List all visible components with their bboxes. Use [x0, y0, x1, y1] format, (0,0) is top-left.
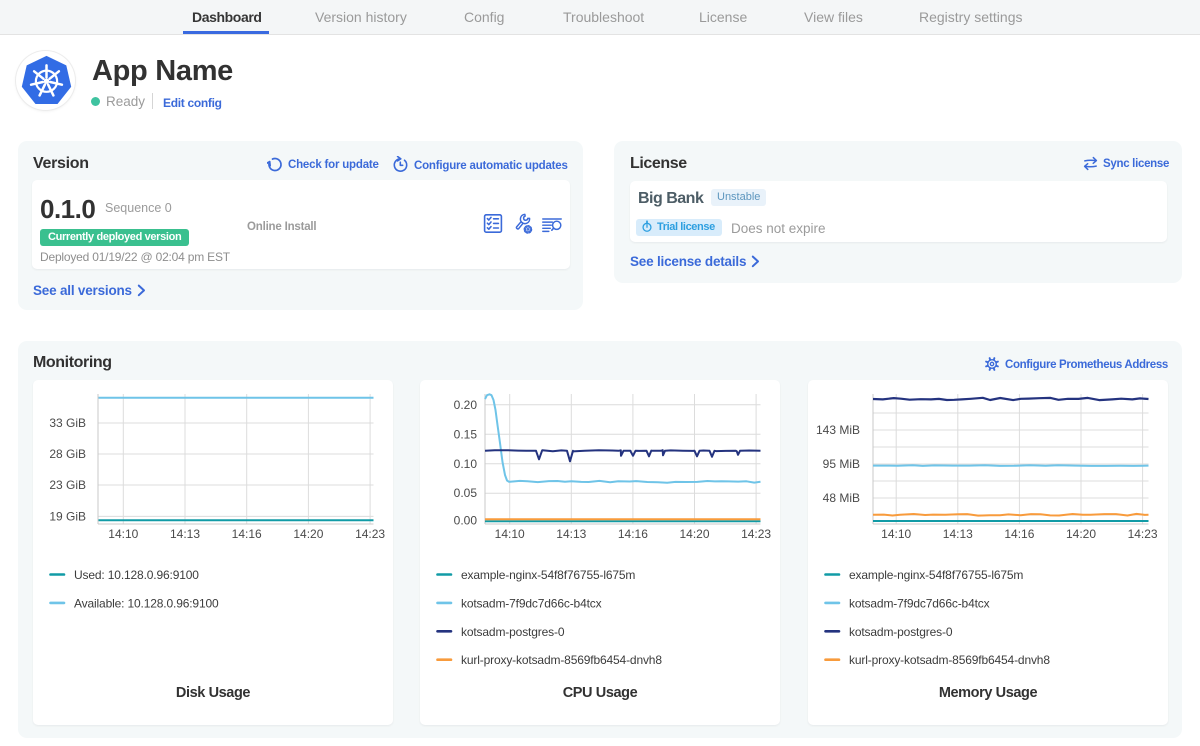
svg-text:14:20: 14:20: [1065, 527, 1095, 541]
svg-text:kotsadm-7f9dc7d66c-b4tcx: kotsadm-7f9dc7d66c-b4tcx: [461, 596, 602, 610]
svg-text:kurl-proxy-kotsadm-8569fb6454-: kurl-proxy-kotsadm-8569fb6454-dnvh8: [849, 653, 1050, 667]
svg-text:23 GiB: 23 GiB: [49, 478, 86, 492]
svg-text:example-nginx-54f8f76755-l675m: example-nginx-54f8f76755-l675m: [461, 568, 635, 582]
svg-text:14:16: 14:16: [618, 527, 648, 541]
svg-text:kotsadm-7f9dc7d66c-b4tcx: kotsadm-7f9dc7d66c-b4tcx: [849, 596, 990, 610]
svg-text:14:13: 14:13: [169, 527, 199, 541]
svg-text:143 MiB: 143 MiB: [815, 423, 859, 437]
svg-text:14:13: 14:13: [556, 527, 586, 541]
svg-text:14:10: 14:10: [495, 527, 525, 541]
svg-text:95 MiB: 95 MiB: [822, 457, 859, 471]
svg-text:Available: 10.128.0.96:9100: Available: 10.128.0.96:9100: [74, 596, 219, 610]
svg-text:0.15: 0.15: [454, 427, 478, 441]
svg-text:Memory Usage: Memory Usage: [938, 685, 1037, 701]
svg-text:kurl-proxy-kotsadm-8569fb6454-: kurl-proxy-kotsadm-8569fb6454-dnvh8: [461, 653, 662, 667]
svg-text:14:10: 14:10: [108, 527, 138, 541]
svg-text:kotsadm-postgres-0: kotsadm-postgres-0: [849, 625, 953, 639]
svg-text:14:10: 14:10: [881, 527, 911, 541]
svg-text:33 GiB: 33 GiB: [49, 416, 86, 430]
svg-text:19 GiB: 19 GiB: [49, 509, 86, 523]
svg-text:kotsadm-postgres-0: kotsadm-postgres-0: [461, 625, 565, 639]
svg-text:0.00: 0.00: [454, 513, 478, 527]
svg-text:48 MiB: 48 MiB: [822, 491, 859, 505]
svg-text:Disk Usage: Disk Usage: [175, 685, 250, 701]
svg-text:14:20: 14:20: [293, 527, 323, 541]
svg-text:28 GiB: 28 GiB: [49, 447, 86, 461]
svg-text:0.05: 0.05: [454, 486, 478, 500]
svg-text:Used: 10.128.0.96:9100: Used: 10.128.0.96:9100: [74, 568, 199, 582]
svg-text:0.20: 0.20: [454, 398, 478, 412]
svg-text:0.10: 0.10: [454, 457, 478, 471]
svg-text:14:13: 14:13: [942, 527, 972, 541]
svg-text:CPU Usage: CPU Usage: [563, 685, 638, 701]
svg-text:14:16: 14:16: [231, 527, 261, 541]
svg-text:example-nginx-54f8f76755-l675m: example-nginx-54f8f76755-l675m: [849, 568, 1023, 582]
svg-text:14:20: 14:20: [679, 527, 709, 541]
svg-text:14:23: 14:23: [741, 527, 771, 541]
svg-text:14:23: 14:23: [1127, 527, 1157, 541]
svg-text:14:16: 14:16: [1004, 527, 1034, 541]
svg-text:14:23: 14:23: [355, 527, 385, 541]
